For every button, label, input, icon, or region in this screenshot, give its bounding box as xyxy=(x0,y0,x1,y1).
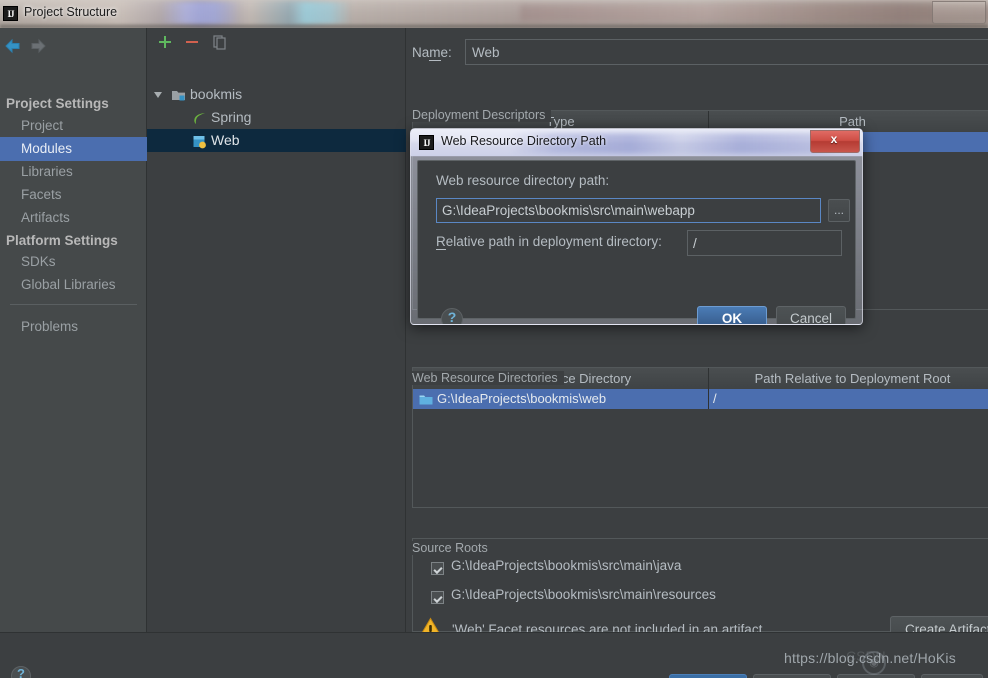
close-icon-glyph: x xyxy=(830,132,838,146)
artifact-warning-text: 'Web' Facet resources are not included i… xyxy=(452,622,763,632)
window-title: Project Structure xyxy=(24,5,118,19)
spring-leaf-icon xyxy=(192,110,207,125)
tree-node-label: Spring xyxy=(211,109,252,125)
name-label: Name: xyxy=(412,45,452,61)
tree-node-label: Web xyxy=(211,132,240,148)
intellij-idea-icon: IJ xyxy=(419,135,434,150)
web-resource-directory-path-dialog: IJ Web Resource Directory Path x Web res… xyxy=(410,128,863,325)
create-artifact-button[interactable]: Create Artifact xyxy=(890,616,988,632)
warning-triangle-icon xyxy=(418,617,443,632)
web-resource-directories-title: Web Resource Directories xyxy=(412,371,564,385)
tree-node-web[interactable]: Web xyxy=(147,129,406,152)
web-resource-directory-path-input[interactable] xyxy=(436,198,821,223)
tree-node-spring[interactable]: Spring xyxy=(147,106,406,129)
dialog-title: Web Resource Directory Path xyxy=(441,134,607,148)
dialog-frame: IJ Web Resource Directory Path x Web res… xyxy=(410,128,863,325)
sidebar-item-artifacts[interactable]: Artifacts xyxy=(0,206,147,230)
chevron-down-icon[interactable] xyxy=(154,92,162,98)
close-icon[interactable]: x xyxy=(810,130,860,153)
sidebar-nav-row xyxy=(0,32,147,60)
back-arrow-icon[interactable] xyxy=(3,37,23,55)
source-roots-title: Source Roots xyxy=(412,541,494,555)
footer-extra-button[interactable] xyxy=(921,674,983,678)
cell-divider xyxy=(708,389,709,409)
sidebar-item-problems[interactable]: Problems xyxy=(0,315,147,339)
plus-icon[interactable] xyxy=(154,32,176,52)
sidebar-item-facets[interactable]: Facets xyxy=(0,183,147,207)
titlebar-blur-text xyxy=(520,5,988,21)
sidebar-item-libraries[interactable]: Libraries xyxy=(0,160,147,184)
web-facet-icon xyxy=(192,133,207,149)
browse-button[interactable]: ... xyxy=(828,199,850,222)
column-header-path-relative[interactable]: Path Relative to Deployment Root xyxy=(709,368,988,389)
help-icon-glyph: ? xyxy=(17,666,25,678)
dialog-body: Web resource directory path: ... Relativ… xyxy=(417,160,856,324)
source-root-checkbox[interactable] xyxy=(431,562,444,575)
dialog-help-glyph: ? xyxy=(447,309,457,325)
project-structure-window: IJ Project Structure Project Settings Pr… xyxy=(0,0,988,678)
cancel-button[interactable]: Cancel xyxy=(776,306,846,324)
facet-settings-panel: Name: Deployment Descriptors Type Path s… xyxy=(406,28,988,632)
sidebar-group-project-settings: Project Settings xyxy=(6,96,109,111)
module-folder-icon xyxy=(171,87,186,102)
sidebar-item-sdks[interactable]: SDKs xyxy=(0,250,147,274)
module-tree-panel: bookmis Spring Web xyxy=(147,28,406,632)
deployment-descriptors-title: Deployment Descriptors xyxy=(412,108,552,122)
footer-ok-button[interactable] xyxy=(669,674,747,678)
cell-directory: G:\IdeaProjects\bookmis\web xyxy=(437,391,607,406)
window-controls[interactable] xyxy=(932,1,986,24)
sidebar-item-modules[interactable]: Modules xyxy=(0,137,147,161)
minus-icon[interactable] xyxy=(181,32,203,52)
module-tree-toolbar xyxy=(147,28,406,56)
sidebar-item-project[interactable]: Project xyxy=(0,114,147,138)
tree-node-label: bookmis xyxy=(190,86,243,102)
settings-sidebar: Project Settings Project Modules Librari… xyxy=(0,28,147,632)
web-resource-directory-path-label: Web resource directory path: xyxy=(436,173,610,188)
cell-relative-path: / xyxy=(713,391,717,406)
folder-icon xyxy=(419,393,433,405)
help-icon[interactable]: ? xyxy=(11,666,31,678)
source-root-checkbox[interactable] xyxy=(431,591,444,604)
source-root-path: G:\IdeaProjects\bookmis\src\main\java xyxy=(451,558,682,573)
watermark-text: https://blog.csdn.net/HoKis xyxy=(784,650,956,666)
tree-node-bookmis[interactable]: bookmis xyxy=(147,83,406,106)
dialog-help-icon[interactable]: ? xyxy=(441,308,463,325)
dialog-title-bar[interactable]: IJ Web Resource Directory Path x xyxy=(411,129,862,156)
web-resource-directories-table[interactable]: Web Resource Directory Path Relative to … xyxy=(412,367,988,508)
intellij-idea-icon: IJ xyxy=(3,6,18,21)
relative-path-label: Relative path in deployment directory: xyxy=(436,234,662,250)
facet-name-input[interactable] xyxy=(465,39,988,65)
os-title-bar: IJ Project Structure xyxy=(0,0,988,28)
copy-icon[interactable] xyxy=(208,32,230,52)
forward-arrow-icon[interactable] xyxy=(28,37,48,55)
ok-button[interactable]: OK xyxy=(697,306,767,324)
source-root-path: G:\IdeaProjects\bookmis\src\main\resourc… xyxy=(451,587,716,602)
footer-cancel-button[interactable] xyxy=(753,674,831,678)
relative-path-input[interactable] xyxy=(687,230,842,256)
